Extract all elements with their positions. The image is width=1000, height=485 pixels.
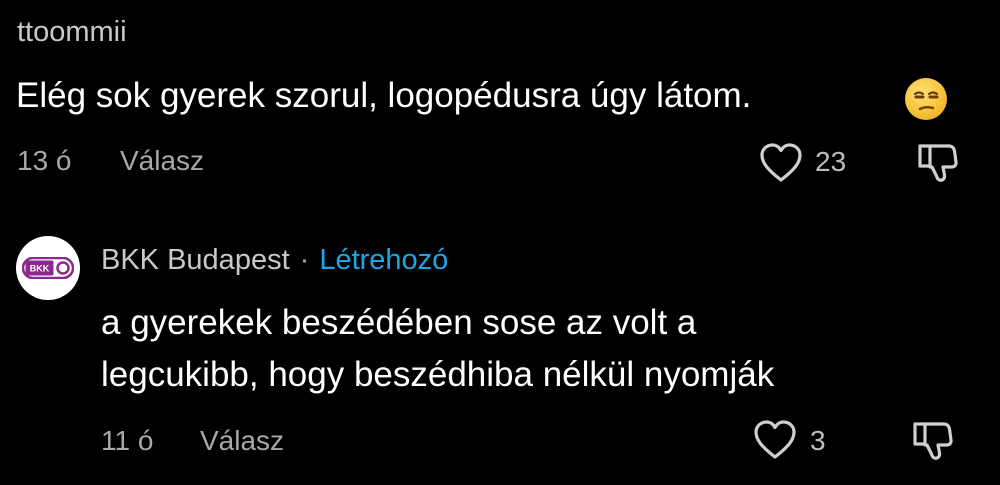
thumbs-down-icon[interactable]	[909, 418, 955, 464]
svg-text:BKK: BKK	[30, 264, 50, 274]
comment-time: 11 ó	[101, 425, 154, 456]
comment-username[interactable]: ttoommii	[17, 16, 127, 49]
thumbs-down-icon[interactable]	[914, 140, 960, 186]
separator-dot: ·	[299, 244, 310, 276]
comment-time: 13 ó	[17, 145, 72, 176]
comment-text-line: a gyerekek beszédében sose az volt a	[101, 303, 697, 342]
comment-text: a gyerekek beszédében sose az volt a leg…	[101, 297, 774, 401]
comment-header: BKK Budapest · Létrehozó	[101, 244, 448, 277]
reply-button[interactable]: Válasz	[200, 425, 284, 457]
like-count: 3	[810, 425, 826, 456]
comment-text-line: legcukibb, hogy beszédhiba nélkül nyomjá…	[101, 355, 775, 394]
comment-text-content: Elég sok gyerek szorul, logopédusra úgy …	[16, 76, 752, 115]
heart-icon[interactable]	[752, 419, 798, 461]
avatar[interactable]: BKK	[16, 236, 80, 300]
bkk-logo-icon: BKK	[22, 257, 74, 279]
like-count: 23	[815, 146, 847, 177]
unamused-face-icon	[905, 78, 947, 120]
reply-button[interactable]: Válasz	[120, 145, 204, 177]
comment-username[interactable]: BKK Budapest	[101, 244, 290, 277]
creator-badge: Létrehozó	[319, 244, 449, 276]
heart-icon[interactable]	[758, 142, 804, 184]
comment-text: Elég sok gyerek szorul, logopédusra úgy …	[16, 70, 751, 122]
